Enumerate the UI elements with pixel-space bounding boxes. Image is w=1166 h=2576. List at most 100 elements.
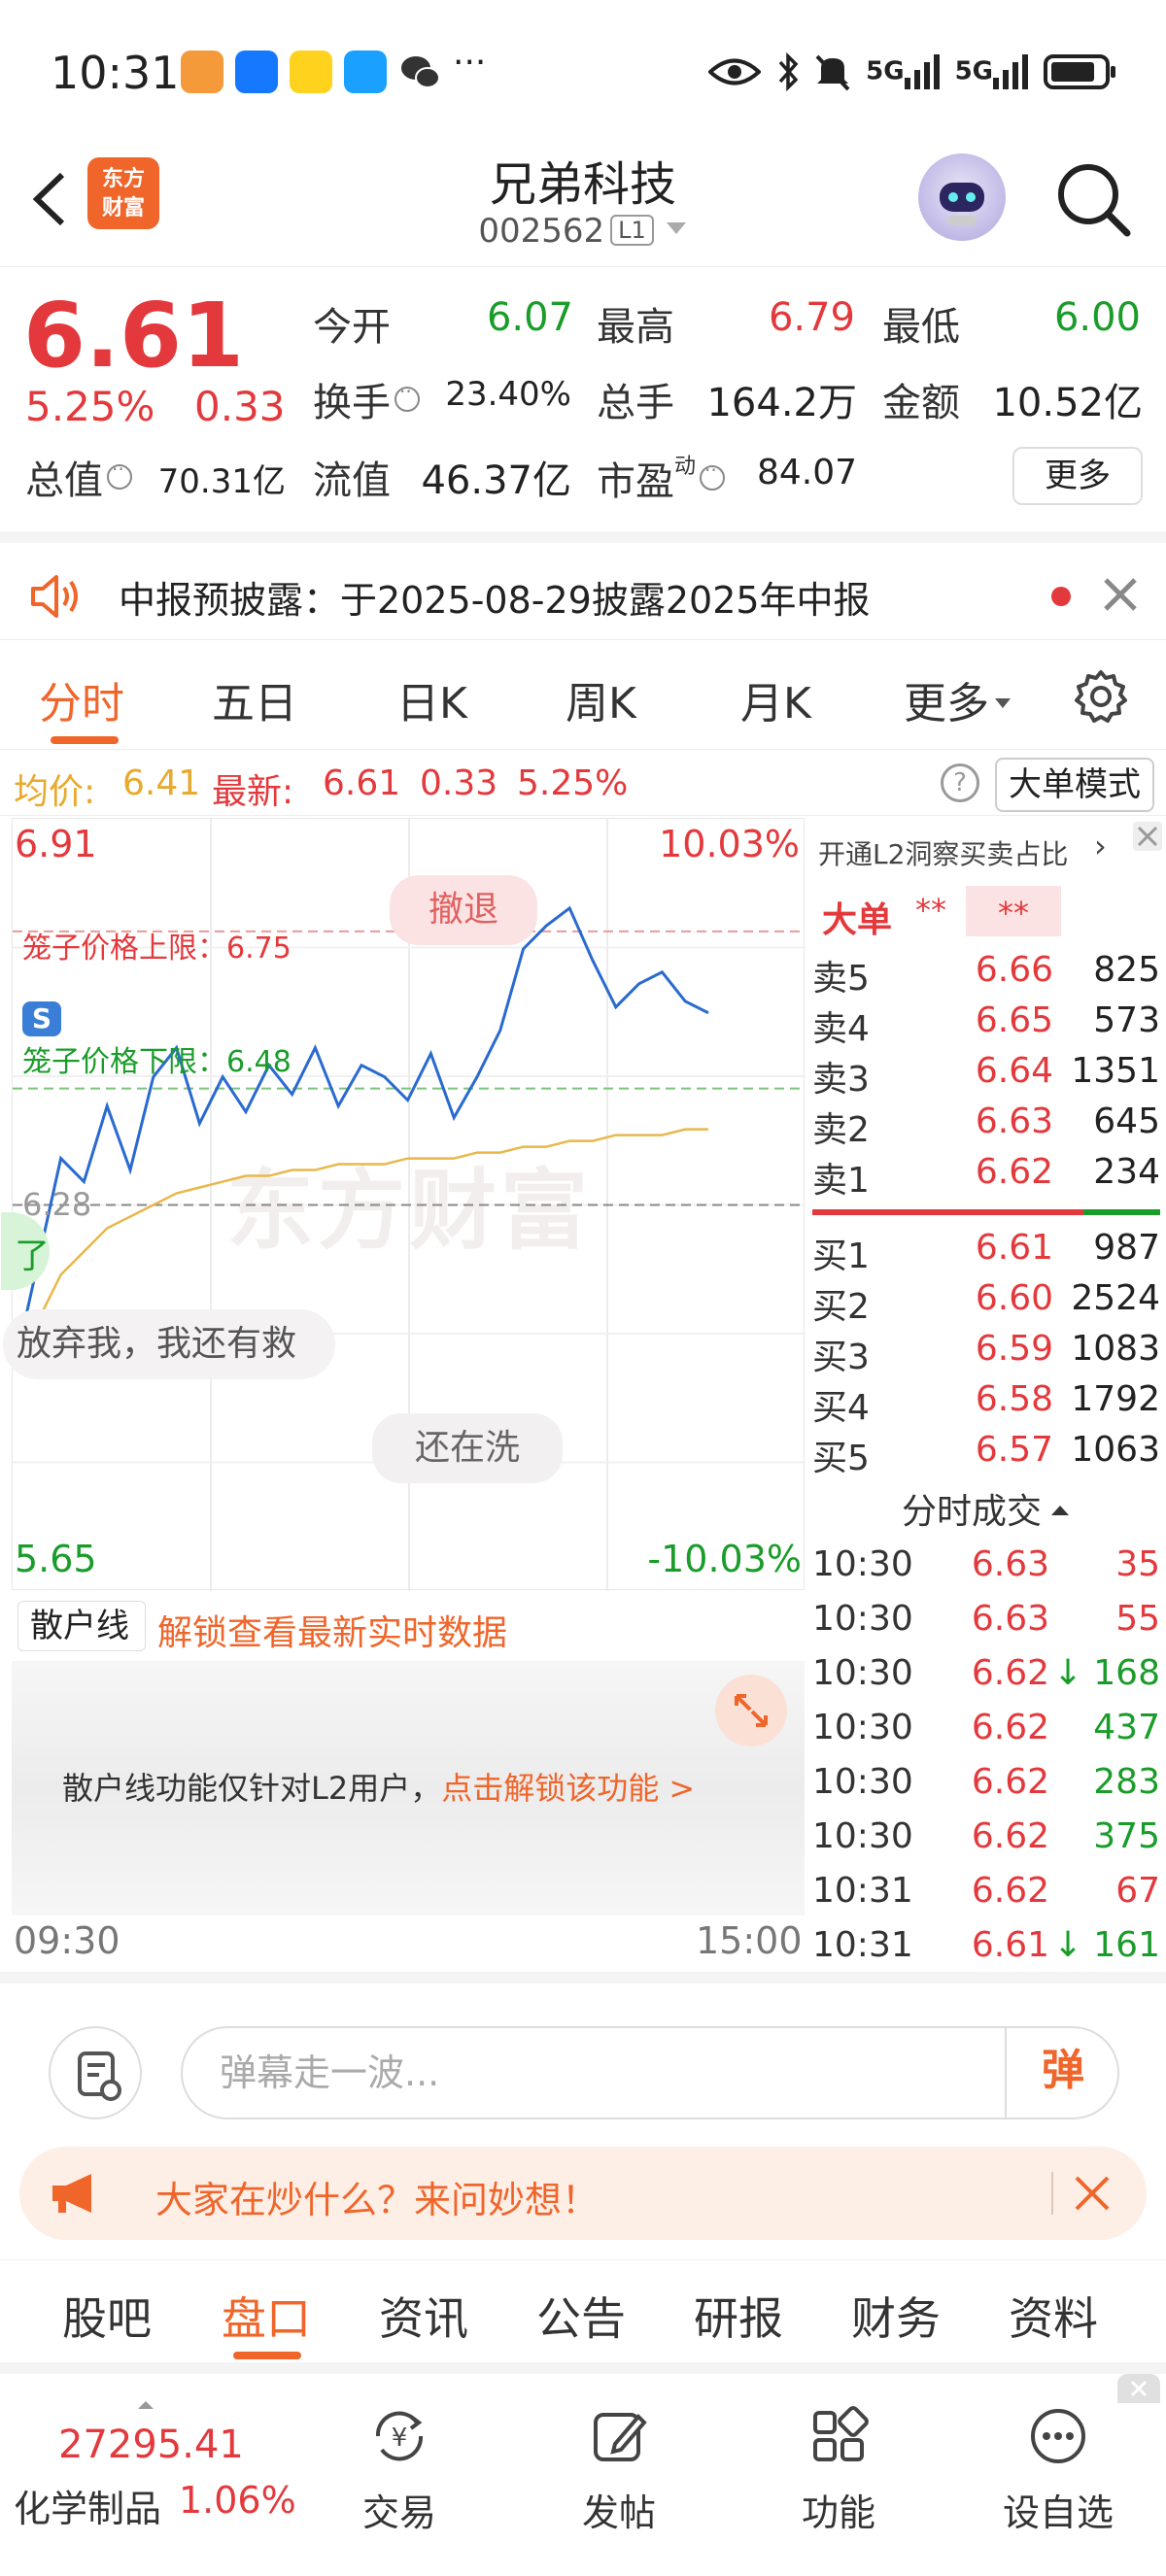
amount-label: 金额 bbox=[882, 381, 960, 425]
speaker-icon bbox=[29, 572, 84, 621]
high-value: 6.79 bbox=[768, 295, 855, 340]
notice-bar[interactable]: 中报预披露：于2025-08-29披露2025年中报 bbox=[0, 531, 1166, 640]
bid-level-5[interactable]: 买5 6.57 1063 bbox=[812, 1430, 1162, 1480]
danmaku-bubble: 放弃我，我还有救 bbox=[3, 1309, 336, 1379]
help-icon[interactable]: ? bbox=[941, 763, 979, 802]
nav-functions[interactable]: 功能 bbox=[766, 2405, 911, 2536]
tab-announcements[interactable]: 公告 bbox=[536, 2284, 626, 2348]
back-button[interactable] bbox=[21, 165, 80, 233]
level-volume: 825 bbox=[1093, 950, 1160, 990]
tick-volume: 437 bbox=[1093, 1708, 1160, 1747]
trade-icon: ¥ bbox=[375, 2411, 424, 2461]
expand-button[interactable] bbox=[715, 1675, 787, 1746]
unlock-realtime-link[interactable]: 解锁查看最新实时数据 bbox=[157, 1605, 507, 1655]
tab-five-day[interactable]: 五日 bbox=[212, 668, 297, 730]
avg-label: 均价: bbox=[14, 772, 96, 812]
more-quote-button[interactable]: 更多 bbox=[1012, 447, 1143, 505]
nav-add-watchlist[interactable]: 设自选 bbox=[985, 2405, 1131, 2536]
ask-level-3[interactable]: 卖3 6.64 1351 bbox=[812, 1051, 1162, 1102]
tab-intraday[interactable]: 分时 bbox=[39, 668, 124, 730]
nav-add-watchlist-label: 设自选 bbox=[1002, 2491, 1114, 2534]
ask-level-4[interactable]: 卖2 6.63 645 bbox=[812, 1102, 1162, 1152]
more-dots-icon bbox=[1031, 2409, 1085, 2463]
tab-news[interactable]: 资讯 bbox=[379, 2284, 468, 2348]
l2-promo-row[interactable]: 开通L2洞察买卖占比 › bbox=[806, 818, 1166, 886]
tick-volume: 168 bbox=[1093, 1653, 1160, 1693]
retail-line-message: 散户线功能仅针对L2用户，点击解锁该功能 > bbox=[62, 1770, 696, 1807]
bid-level-1[interactable]: 买1 6.61 987 bbox=[812, 1228, 1162, 1278]
bid-level-4[interactable]: 买4 6.58 1792 bbox=[812, 1379, 1162, 1430]
big-order-mode-button[interactable]: 大单模式 bbox=[995, 758, 1154, 812]
stock-code: 002562 bbox=[478, 212, 605, 251]
tab-weekly-k[interactable]: 周K bbox=[566, 668, 636, 730]
ask-level-1[interactable]: 卖5 6.66 825 bbox=[812, 950, 1162, 1000]
pe-label[interactable]: 市盈动 bbox=[597, 449, 726, 506]
unread-dot bbox=[1051, 587, 1071, 606]
gear-icon bbox=[1075, 670, 1127, 723]
tab-profile[interactable]: 资料 bbox=[1009, 2284, 1098, 2348]
eastmoney-logo[interactable]: 东方 财富 bbox=[87, 157, 159, 229]
open-value: 6.07 bbox=[486, 295, 573, 340]
tab-pankou[interactable]: 盘口 bbox=[222, 2284, 311, 2348]
robot-assistant-avatar[interactable] bbox=[918, 153, 1006, 241]
bid-level-2[interactable]: 买2 6.60 2524 bbox=[812, 1278, 1162, 1329]
latest-pct: 5.25% bbox=[517, 763, 629, 803]
time-axis-start: 09:30 bbox=[14, 1919, 120, 1962]
ask-assistant-text: 大家在炒什么？来问妙想！ bbox=[155, 2179, 600, 2221]
mute-icon bbox=[815, 54, 850, 91]
ask-assistant-bar[interactable]: 大家在炒什么？来问妙想！ bbox=[19, 2147, 1147, 2240]
retail-line-select[interactable]: 散户线 bbox=[17, 1601, 146, 1679]
market-cap-value: 70.31亿 bbox=[157, 462, 286, 501]
ask-level-5[interactable]: 卖1 6.62 234 bbox=[812, 1152, 1162, 1203]
float-cap-label: 流值 bbox=[313, 458, 391, 503]
time-axis-end: 15:00 bbox=[696, 1919, 803, 1962]
level-volume: 1351 bbox=[1071, 1051, 1160, 1091]
turnover-value: 23.40% bbox=[445, 375, 571, 414]
notice-close-button[interactable] bbox=[1096, 570, 1145, 619]
quote-panel: 6.61 5.25% 0.33 今开 6.07 最高 6.79 最低 6.00 … bbox=[0, 268, 1166, 530]
level-volume: 234 bbox=[1093, 1152, 1160, 1192]
chart-settings-button[interactable] bbox=[1073, 668, 1129, 725]
bid-level-3[interactable]: 买3 6.59 1083 bbox=[812, 1329, 1162, 1379]
market-cap-label[interactable]: 总值 bbox=[25, 449, 132, 505]
info-icon bbox=[394, 380, 420, 412]
sector-name: 化学制品 bbox=[14, 2488, 162, 2530]
sector-index-value: 27295.41 bbox=[58, 2423, 244, 2467]
level-volume: 987 bbox=[1093, 1228, 1160, 1268]
tick-volume: 55 bbox=[1115, 1599, 1160, 1639]
ask-close-button[interactable] bbox=[1071, 2172, 1114, 2215]
tick-row: 10:30 6.62 437 bbox=[812, 1708, 1162, 1760]
l2-close-button[interactable] bbox=[1133, 822, 1162, 851]
retail-line-row: 散户线 解锁查看最新实时数据 bbox=[12, 1593, 805, 1679]
turnover-label[interactable]: 换手 bbox=[313, 371, 420, 427]
tab-guba[interactable]: 股吧 bbox=[62, 2284, 152, 2348]
tick-row: 10:31 6.62 67 bbox=[812, 1871, 1162, 1923]
chart-top-price: 6.91 bbox=[15, 823, 97, 865]
tab-monthly-k[interactable]: 月K bbox=[740, 668, 811, 730]
danmaku-send-button[interactable]: 弹 bbox=[1005, 2026, 1119, 2119]
sector-index-widget[interactable]: 27295.41 化学制品 1.06% bbox=[0, 2386, 296, 2576]
eleme-notification-icon bbox=[344, 51, 387, 93]
latest-label: 最新: bbox=[212, 772, 294, 812]
tick-trades-title[interactable]: 分时成交 bbox=[806, 1483, 1166, 1538]
nav-close-button[interactable] bbox=[1117, 2374, 1160, 2403]
tab-research[interactable]: 研报 bbox=[694, 2284, 783, 2348]
current-price: 6.61 bbox=[23, 284, 244, 388]
alipay-notification-icon bbox=[235, 51, 278, 93]
svg-text:¥: ¥ bbox=[392, 2423, 408, 2453]
tab-more[interactable]: 更多 bbox=[904, 668, 1012, 730]
caret-up-icon bbox=[138, 2401, 154, 2409]
nav-trade[interactable]: ¥ 交易 bbox=[326, 2405, 472, 2536]
tab-finance[interactable]: 财务 bbox=[851, 2284, 941, 2348]
s-signal-badge[interactable]: S bbox=[22, 1001, 61, 1036]
tab-daily-k[interactable]: 日K bbox=[396, 668, 467, 730]
unlock-feature-link[interactable]: 点击解锁该功能 > bbox=[441, 1770, 695, 1807]
open-label: 今开 bbox=[313, 305, 391, 350]
low-label: 最低 bbox=[882, 305, 960, 350]
danmaku-settings-button[interactable] bbox=[49, 2026, 142, 2119]
search-button[interactable] bbox=[1051, 157, 1135, 241]
ask-level-2[interactable]: 卖4 6.65 573 bbox=[812, 1000, 1162, 1051]
intraday-chart[interactable]: 东方财富 了 6.91 10.03% 5.65 -10.03% 笼子价格上限：6… bbox=[1, 818, 806, 1591]
nav-post[interactable]: 发帖 bbox=[546, 2405, 692, 2536]
danmaku-input[interactable]: 弹幕走一波... bbox=[181, 2026, 1119, 2119]
